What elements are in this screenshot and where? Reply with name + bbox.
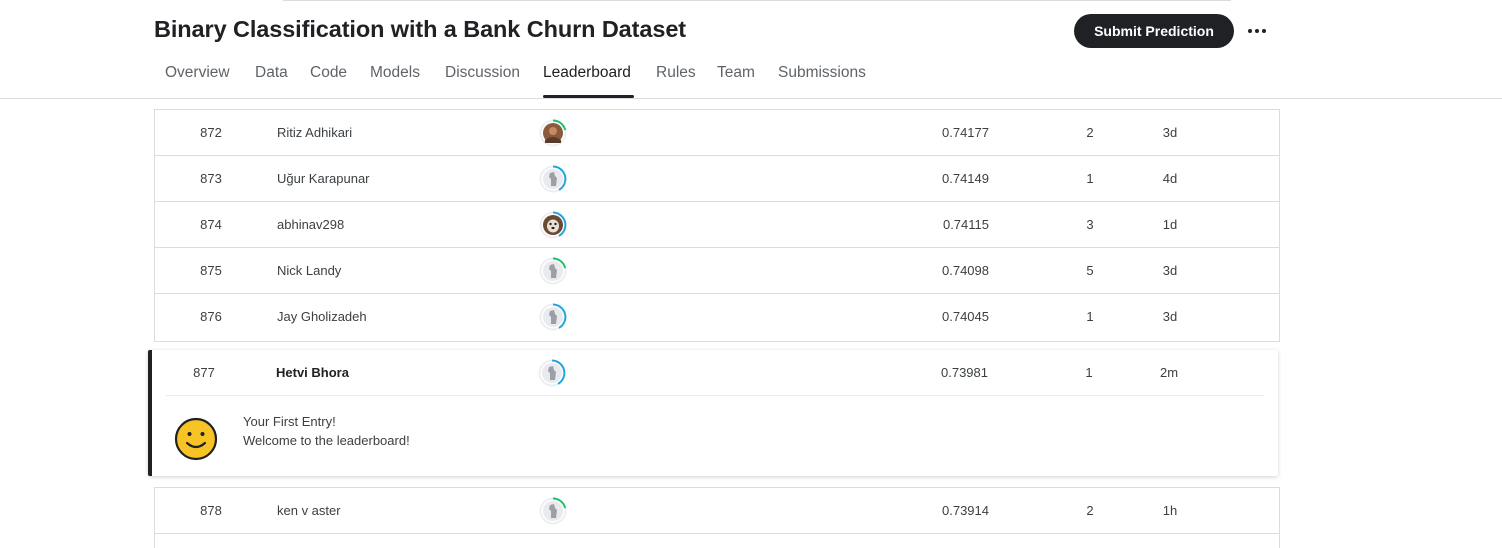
team-name-link[interactable]: Jay Gholizadeh: [277, 294, 367, 339]
team-avatar[interactable]: [539, 156, 569, 201]
last-submission-cell: 3d: [1162, 309, 1178, 324]
table-row[interactable]: 874 abhinav298 0.74115 3 1d: [155, 202, 1279, 248]
team-avatar[interactable]: [538, 350, 568, 395]
team-name-link[interactable]: Ritiz Adhikari: [277, 110, 352, 155]
default-avatar-icon: [539, 165, 567, 193]
tab-leaderboard[interactable]: Leaderboard: [543, 64, 631, 82]
score-cell: 0.74045: [942, 309, 989, 324]
entries-cell: 5: [1086, 263, 1094, 278]
team-avatar[interactable]: [539, 110, 569, 155]
default-avatar-icon: [539, 303, 567, 331]
table-row[interactable]: 872 Ritiz Adhikari 0.74177 2 3d: [155, 110, 1279, 156]
last-submission-cell: 2m: [1159, 365, 1179, 380]
more-options-icon[interactable]: [1244, 18, 1270, 44]
team-name-link[interactable]: Hetvi Bhora: [276, 350, 349, 395]
tab-data[interactable]: Data: [255, 64, 288, 82]
score-cell: 0.74149: [942, 171, 989, 186]
table-row[interactable]: 875 Nick Landy 0.74098 5 3d: [155, 248, 1279, 294]
team-name-link[interactable]: Uğur Karapunar: [277, 156, 370, 201]
rank-cell: 878: [200, 503, 222, 518]
tab-code[interactable]: Code: [310, 64, 347, 82]
rank-cell: 872: [200, 125, 222, 140]
score-cell: 0.73914: [942, 503, 989, 518]
entries-cell: 3: [1086, 217, 1094, 232]
tab-team[interactable]: Team: [717, 64, 755, 82]
table-row[interactable]: 876 Jay Gholizadeh 0.74045 1 3d: [155, 294, 1279, 340]
last-submission-cell: 4d: [1162, 171, 1178, 186]
team-avatar[interactable]: [539, 202, 569, 247]
entries-cell: 1: [1086, 171, 1094, 186]
last-submission-cell: 3d: [1162, 125, 1178, 140]
table-row[interactable]: 878 ken v aster 0.73914 2 1h: [155, 488, 1279, 534]
leaderboard-table: 872 Ritiz Adhikari 0.74177 2 3d 873 Uğur…: [154, 109, 1280, 342]
default-avatar-icon: [539, 496, 567, 525]
rank-cell: 876: [200, 309, 222, 324]
tab-models[interactable]: Models: [370, 64, 420, 82]
rank-cell: 875: [200, 263, 222, 278]
last-submission-cell: 3d: [1162, 263, 1178, 278]
rank-cell: 877: [193, 365, 215, 380]
score-cell: 0.73981: [941, 365, 988, 380]
leaderboard-table-continued: 878 ken v aster 0.73914 2 1h: [154, 487, 1280, 548]
current-user-row[interactable]: 877 Hetvi Bhora 0.73981 1 2m: [166, 350, 1264, 396]
current-user-entry: 877 Hetvi Bhora 0.73981 1 2m Your First …: [148, 350, 1278, 476]
last-submission-cell: 1h: [1162, 503, 1178, 518]
team-name-link[interactable]: ken v aster: [277, 488, 341, 533]
default-avatar-icon: [538, 359, 566, 387]
rank-cell: 874: [200, 217, 222, 232]
smiley-face-icon: [174, 417, 218, 461]
team-avatar[interactable]: [539, 294, 569, 339]
tab-discussion[interactable]: Discussion: [445, 64, 520, 82]
first-entry-title: Your First Entry!: [243, 414, 336, 429]
entries-cell: 1: [1086, 309, 1094, 324]
last-submission-cell: 1d: [1162, 217, 1178, 232]
team-avatar[interactable]: [539, 488, 569, 533]
default-avatar-icon: [539, 256, 567, 285]
team-name-link[interactable]: abhinav298: [277, 202, 344, 247]
table-row[interactable]: 873 Uğur Karapunar 0.74149 1 4d: [155, 156, 1279, 202]
score-cell: 0.74115: [942, 217, 989, 232]
score-cell: 0.74098: [942, 263, 989, 278]
page-title: Binary Classification with a Bank Churn …: [154, 16, 687, 42]
tab-overview[interactable]: Overview: [165, 64, 230, 82]
entries-cell: 1: [1085, 365, 1093, 380]
header-divider: [0, 98, 1502, 99]
team-avatar[interactable]: [539, 248, 569, 293]
team-name-link[interactable]: Nick Landy: [277, 248, 341, 293]
top-divider: [283, 0, 1231, 1]
rank-cell: 873: [200, 171, 222, 186]
score-cell: 0.74177: [942, 125, 989, 140]
dog-avatar-icon: [539, 211, 567, 239]
photo-avatar-icon: [539, 118, 567, 147]
entries-cell: 2: [1086, 503, 1094, 518]
welcome-message: Welcome to the leaderboard!: [243, 433, 410, 448]
tab-rules[interactable]: Rules: [656, 64, 696, 82]
tab-submissions[interactable]: Submissions: [778, 64, 866, 82]
entries-cell: 2: [1086, 125, 1094, 140]
submit-prediction-button[interactable]: Submit Prediction: [1074, 14, 1234, 48]
